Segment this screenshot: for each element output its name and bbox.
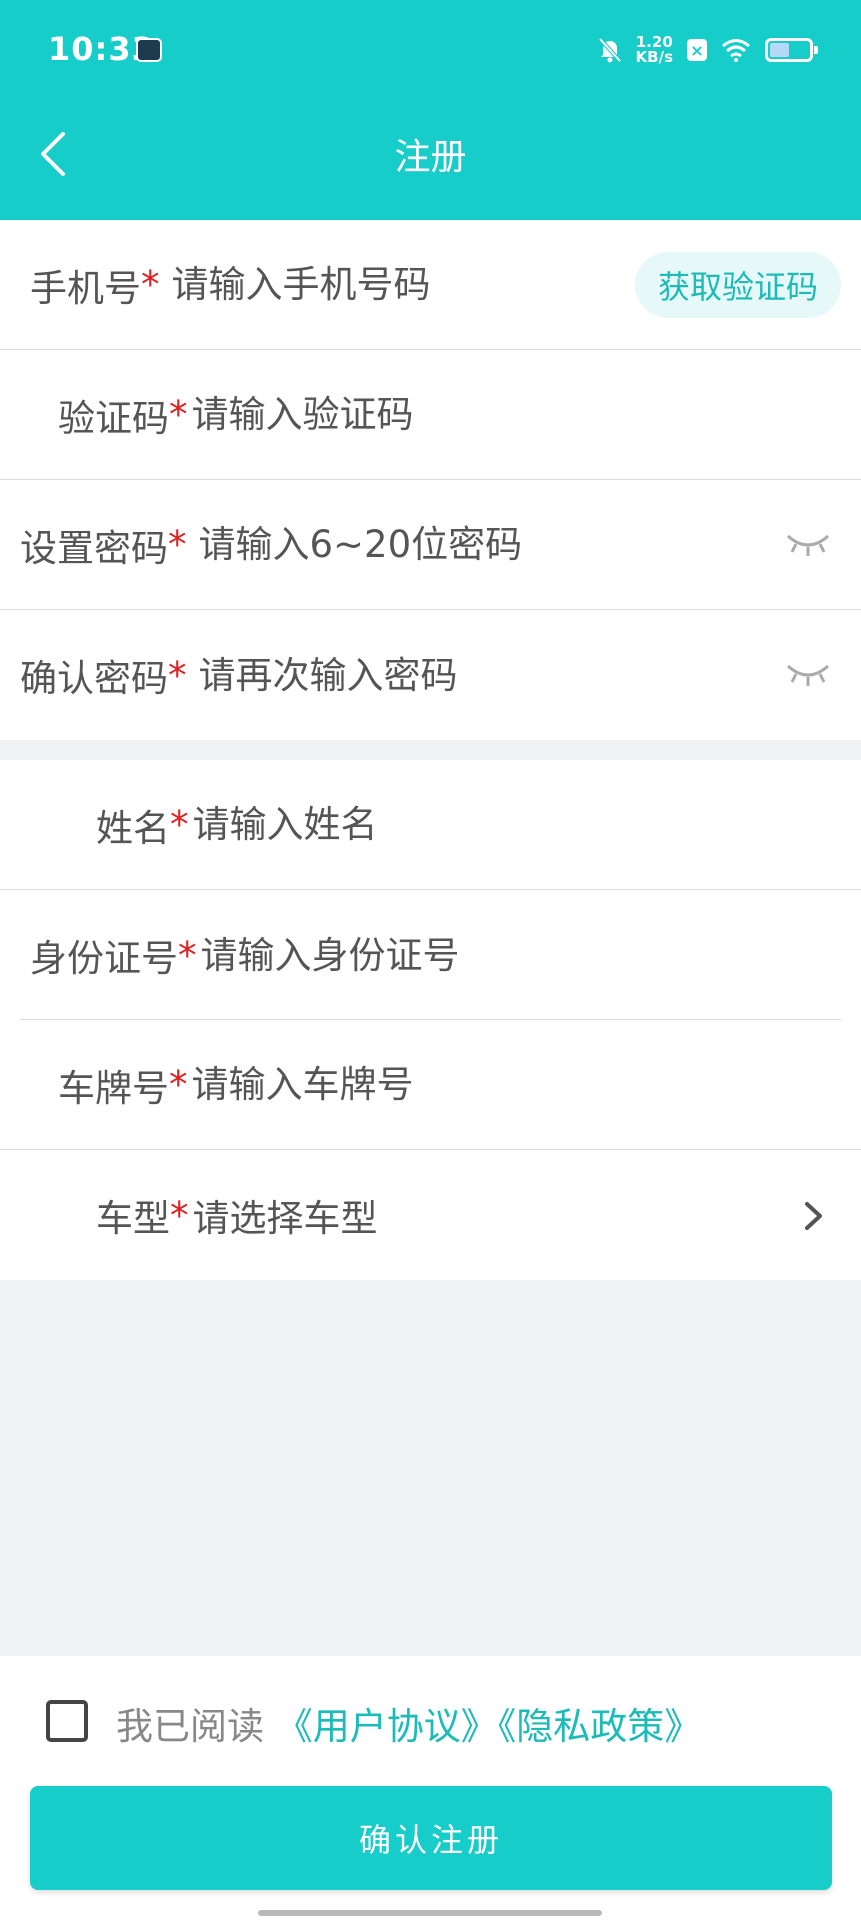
page-title: 注册 [394, 137, 467, 178]
confirm-password-row: 确认密码 * [0, 610, 861, 740]
agreement-text: 我已阅读 《用户协议》《隐私政策》 [116, 1696, 701, 1750]
chevron-right-icon [805, 1202, 822, 1230]
eye-closed-icon[interactable] [785, 530, 831, 560]
password-input[interactable] [198, 523, 759, 566]
footer-panel: 我已阅读 《用户协议》《隐私政策》 确认注册 [0, 1656, 861, 1920]
required-mark: * [168, 523, 187, 566]
network-speed-unit: KB/s [635, 48, 673, 66]
battery-level [770, 43, 789, 57]
plate-label: 车牌号 [58, 1066, 169, 1110]
agreement-checkbox[interactable] [46, 1700, 88, 1742]
required-mark: * [169, 393, 188, 436]
name-row: 姓名 * [0, 760, 861, 890]
phone-row: 手机号 * 获取验证码 [0, 220, 861, 350]
nfc-icon: × [687, 39, 707, 61]
privacy-policy-link[interactable]: 《隐私政策》 [498, 1705, 702, 1748]
phone-input[interactable] [171, 263, 612, 306]
submit-register-button[interactable]: 确认注册 [30, 1786, 832, 1890]
battery-icon [765, 38, 818, 62]
status-bar: 10:33 1.20 KB/s × [0, 0, 861, 100]
code-label: 验证码 [58, 396, 169, 440]
required-mark: * [170, 1193, 189, 1237]
id-number-row: 身份证号 * [0, 890, 861, 1020]
id-number-label: 身份证号 [30, 937, 178, 980]
network-speed: 1.20 KB/s [636, 35, 673, 65]
car-type-label: 车型 [96, 1197, 170, 1240]
car-type-row[interactable]: 车型 * 请选择车型 [0, 1150, 861, 1280]
mute-bell-icon [598, 37, 622, 63]
required-mark: * [170, 803, 189, 846]
agreement-prefix: 我已阅读 [116, 1705, 264, 1748]
confirm-password-input[interactable] [198, 653, 759, 697]
password-row: 设置密码 * [0, 480, 861, 610]
profile-section: 姓名 * 身份证号 * 车牌号 * 车型 * 请选择车型 [0, 760, 861, 1280]
required-mark: * [169, 1063, 188, 1106]
code-row: 验证码 * [0, 350, 861, 480]
car-type-select[interactable]: 请选择车型 [193, 1188, 378, 1242]
password-label: 设置密码 [20, 526, 168, 570]
name-label: 姓名 [96, 806, 170, 850]
get-code-button[interactable]: 获取验证码 [635, 252, 841, 318]
required-mark: * [141, 263, 160, 306]
confirm-password-label: 确认密码 [20, 657, 168, 700]
user-agreement-link[interactable]: 《用户协议》 [276, 1705, 498, 1748]
app-header: 10:33 1.20 KB/s × 注册 [0, 0, 861, 220]
eye-closed-icon[interactable] [785, 660, 831, 690]
id-number-input[interactable] [200, 933, 801, 977]
name-input[interactable] [192, 803, 793, 846]
status-indicators: 1.20 KB/s × [598, 32, 818, 68]
home-indicator [258, 1910, 602, 1916]
plate-row: 车牌号 * [0, 1020, 861, 1150]
phone-label: 手机号 [30, 266, 141, 310]
code-input[interactable] [191, 393, 792, 436]
required-mark: * [178, 933, 197, 977]
wifi-icon [722, 39, 750, 62]
required-mark: * [168, 653, 187, 697]
app-notification-icon [136, 38, 162, 62]
plate-input[interactable] [191, 1063, 792, 1106]
account-section: 手机号 * 获取验证码 验证码 * 设置密码 * 确认密码 * [0, 220, 861, 740]
